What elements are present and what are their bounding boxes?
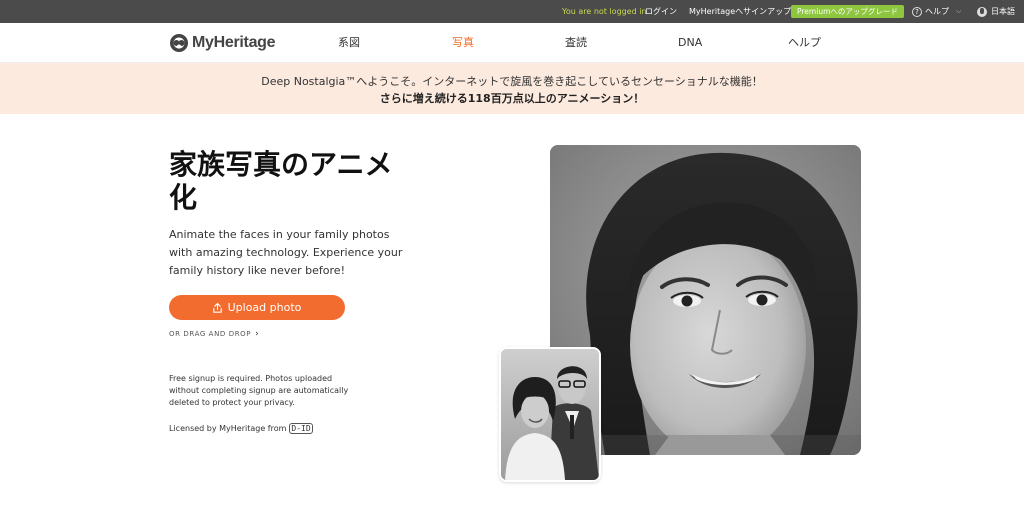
myheritage-logo[interactable]: MyHeritage	[169, 32, 276, 54]
license-credit: Licensed by MyHeritage from D-ID	[169, 423, 313, 434]
d-id-logo: D-ID	[289, 423, 313, 434]
nav-item-research[interactable]: 査読	[565, 23, 587, 63]
banner-line-1: Deep Nostalgia™へようこそ。インターネットで旋風を巻き起こしている…	[261, 75, 763, 88]
question-circle-icon: ?	[912, 6, 922, 17]
drag-and-drop-link[interactable]: OR DRAG AND DROP ›	[169, 329, 259, 339]
drag-and-drop-label: OR DRAG AND DROP	[169, 330, 252, 338]
banner-line-2: さらに増え続ける118百万点以上のアニメーション！	[379, 92, 645, 105]
nav-item-help[interactable]: ヘルプ	[788, 23, 821, 63]
help-menu[interactable]: ? ヘルプ ⌵	[912, 0, 961, 23]
chevron-right-icon: ›	[255, 329, 260, 339]
language-selector[interactable]: 日本語	[977, 0, 1015, 23]
myheritage-logo-icon	[169, 33, 189, 53]
upload-photo-button[interactable]: Upload photo	[169, 295, 345, 320]
nav-item-dna[interactable]: DNA	[678, 23, 702, 63]
hero-description: Animate the faces in your family photos …	[169, 228, 403, 277]
language-label: 日本語	[991, 7, 1015, 16]
chevron-down-icon: ⌵	[956, 7, 962, 15]
help-menu-label: ヘルプ	[925, 7, 949, 16]
signup-privacy-note: Free signup is required. Photos uploaded…	[169, 374, 349, 407]
upload-icon	[212, 302, 222, 313]
original-couple-photo	[499, 347, 601, 482]
globe-icon	[977, 6, 987, 17]
license-text: Licensed by MyHeritage from	[169, 424, 287, 433]
main-navigation: MyHeritage 系図 写真 査読 DNA ヘルプ	[0, 23, 1024, 63]
page-title: 家族写真のアニメ化	[169, 148, 393, 214]
upload-photo-label: Upload photo	[227, 301, 302, 314]
promo-banner: Deep Nostalgia™へようこそ。インターネットで旋風を巻き起こしている…	[0, 63, 1024, 114]
logo-text: MyHeritage	[192, 34, 276, 51]
login-status-text: You are not logged in	[562, 7, 647, 16]
nav-item-photos[interactable]: 写真	[452, 23, 474, 63]
top-utility-bar: You are not logged in ログイン MyHeritageへサイ…	[0, 0, 1024, 23]
signup-link[interactable]: MyHeritageへサインアップ	[689, 0, 791, 23]
login-link[interactable]: ログイン	[645, 0, 677, 23]
nav-item-family-tree[interactable]: 系図	[338, 23, 360, 63]
premium-upgrade-button[interactable]: Premiumへのアップグレード	[791, 5, 904, 18]
